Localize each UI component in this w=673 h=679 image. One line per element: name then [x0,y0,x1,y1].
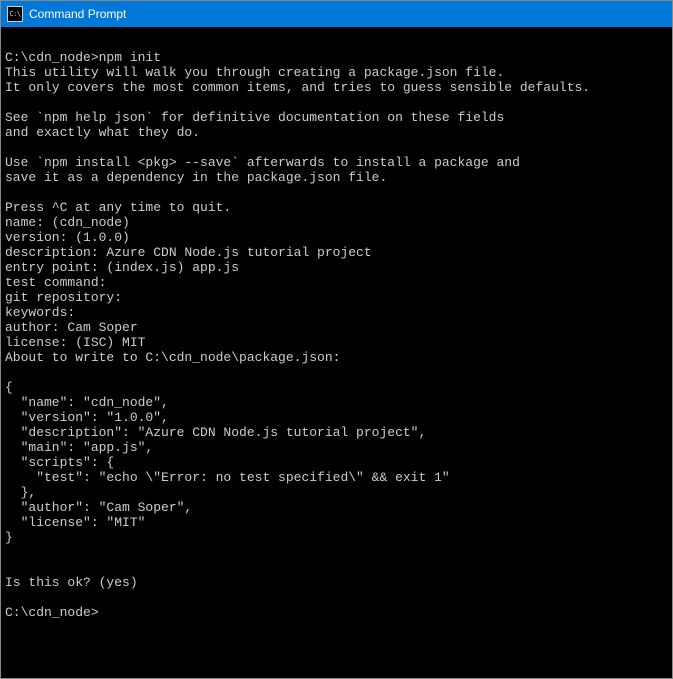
command-prompt-window: C:\ Command Prompt C:\cdn_node>npm init … [0,0,673,679]
terminal-output[interactable]: C:\cdn_node>npm init This utility will w… [1,27,672,678]
window-title: Command Prompt [29,7,126,21]
cmd-icon: C:\ [7,6,23,22]
titlebar[interactable]: C:\ Command Prompt [1,1,672,27]
